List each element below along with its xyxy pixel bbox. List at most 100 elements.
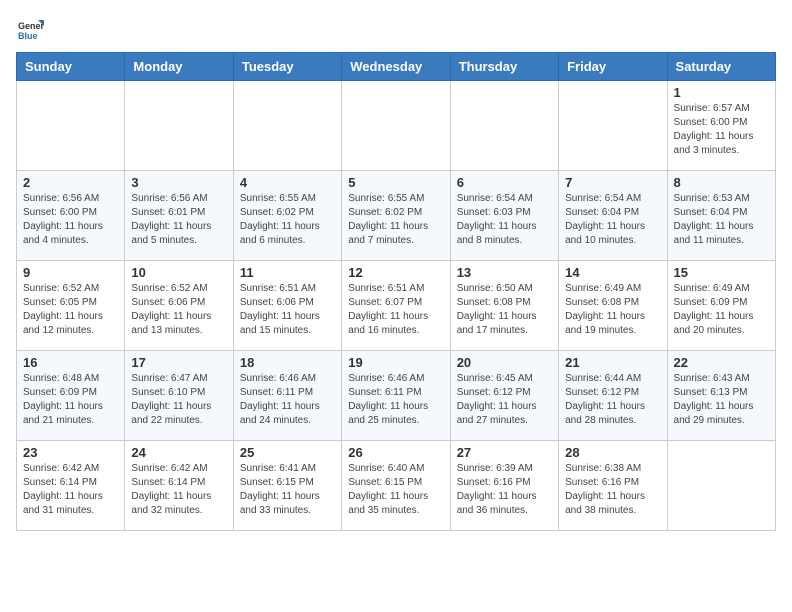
day-info: Sunrise: 6:56 AM Sunset: 6:00 PM Dayligh… [23,192,118,248]
day-header-thursday: Thursday [450,53,558,81]
day-info: Sunrise: 6:49 AM Sunset: 6:08 PM Dayligh… [565,282,660,338]
day-info: Sunrise: 6:52 AM Sunset: 6:06 PM Dayligh… [131,282,226,338]
day-info: Sunrise: 6:55 AM Sunset: 6:02 PM Dayligh… [240,192,335,248]
day-info: Sunrise: 6:45 AM Sunset: 6:12 PM Dayligh… [457,372,552,428]
day-number: 24 [131,445,226,460]
day-number: 26 [348,445,443,460]
calendar-cell [125,81,233,171]
calendar-cell [233,81,341,171]
day-header-saturday: Saturday [667,53,775,81]
calendar-cell: 20 Sunrise: 6:45 AM Sunset: 6:12 PM Dayli… [450,351,558,441]
day-number: 1 [674,85,769,100]
calendar-cell: 22Sunrise: 6:43 AM Sunset: 6:13 PM Dayli… [667,351,775,441]
calendar-cell: 5 Sunrise: 6:55 AM Sunset: 6:02 PM Daylig… [342,171,450,261]
day-info: Sunrise: 6:55 AM Sunset: 6:02 PM Dayligh… [348,192,443,248]
day-number: 13 [457,265,552,280]
day-number: 17 [131,355,226,370]
day-info: Sunrise: 6:42 AM Sunset: 6:14 PM Dayligh… [131,462,226,518]
day-number: 2 [23,175,118,190]
day-header-sunday: Sunday [17,53,125,81]
day-number: 3 [131,175,226,190]
day-number: 25 [240,445,335,460]
svg-text:General: General [18,21,44,31]
day-number: 7 [565,175,660,190]
day-number: 10 [131,265,226,280]
day-info: Sunrise: 6:41 AM Sunset: 6:15 PM Dayligh… [240,462,335,518]
day-number: 20 [457,355,552,370]
day-number: 4 [240,175,335,190]
calendar-cell: 21 Sunrise: 6:44 AM Sunset: 6:12 PM Dayli… [559,351,667,441]
calendar-cell: 28Sunrise: 6:38 AM Sunset: 6:16 PM Dayli… [559,441,667,531]
day-number: 16 [23,355,118,370]
day-info: Sunrise: 6:54 AM Sunset: 6:03 PM Dayligh… [457,192,552,248]
calendar-week-row: 9 Sunrise: 6:52 AM Sunset: 6:05 PM Daylig… [17,261,776,351]
day-number: 22 [674,355,769,370]
day-number: 12 [348,265,443,280]
calendar-cell: 8 Sunrise: 6:53 AM Sunset: 6:04 PM Daylig… [667,171,775,261]
calendar-cell: 23 Sunrise: 6:42 AM Sunset: 6:14 PM Dayli… [17,441,125,531]
calendar-cell: 25 Sunrise: 6:41 AM Sunset: 6:15 PM Dayli… [233,441,341,531]
day-info: Sunrise: 6:51 AM Sunset: 6:07 PM Dayligh… [348,282,443,338]
calendar-cell: 24 Sunrise: 6:42 AM Sunset: 6:14 PM Dayli… [125,441,233,531]
day-number: 5 [348,175,443,190]
day-info: Sunrise: 6:46 AM Sunset: 6:11 PM Dayligh… [240,372,335,428]
calendar-cell: 14 Sunrise: 6:49 AM Sunset: 6:08 PM Dayli… [559,261,667,351]
day-info: Sunrise: 6:40 AM Sunset: 6:15 PM Dayligh… [348,462,443,518]
calendar-cell: 18 Sunrise: 6:46 AM Sunset: 6:11 PM Dayli… [233,351,341,441]
day-info: Sunrise: 6:54 AM Sunset: 6:04 PM Dayligh… [565,192,660,248]
calendar-week-row: 2 Sunrise: 6:56 AM Sunset: 6:00 PM Daylig… [17,171,776,261]
day-number: 8 [674,175,769,190]
calendar-cell: 4 Sunrise: 6:55 AM Sunset: 6:02 PM Daylig… [233,171,341,261]
day-info: Sunrise: 6:57 AM Sunset: 6:00 PM Dayligh… [674,102,769,158]
calendar-week-row: 16 Sunrise: 6:48 AM Sunset: 6:09 PM Dayli… [17,351,776,441]
day-number: 27 [457,445,552,460]
day-header-friday: Friday [559,53,667,81]
day-info: Sunrise: 6:53 AM Sunset: 6:04 PM Dayligh… [674,192,769,248]
calendar-cell: 9 Sunrise: 6:52 AM Sunset: 6:05 PM Daylig… [17,261,125,351]
day-number: 15 [674,265,769,280]
page-header: General Blue [16,16,776,44]
calendar-cell: 12 Sunrise: 6:51 AM Sunset: 6:07 PM Dayli… [342,261,450,351]
calendar-cell: 3 Sunrise: 6:56 AM Sunset: 6:01 PM Daylig… [125,171,233,261]
calendar-cell: 11 Sunrise: 6:51 AM Sunset: 6:06 PM Dayli… [233,261,341,351]
calendar-cell: 13 Sunrise: 6:50 AM Sunset: 6:08 PM Dayli… [450,261,558,351]
calendar-cell: 26 Sunrise: 6:40 AM Sunset: 6:15 PM Dayli… [342,441,450,531]
day-header-monday: Monday [125,53,233,81]
day-number: 21 [565,355,660,370]
logo: General Blue [16,16,48,44]
calendar-cell [450,81,558,171]
calendar-cell [559,81,667,171]
day-info: Sunrise: 6:52 AM Sunset: 6:05 PM Dayligh… [23,282,118,338]
calendar-cell: 19Sunrise: 6:46 AM Sunset: 6:11 PM Dayli… [342,351,450,441]
calendar-cell [342,81,450,171]
calendar-cell: 10 Sunrise: 6:52 AM Sunset: 6:06 PM Dayli… [125,261,233,351]
day-number: 14 [565,265,660,280]
calendar-cell: 27 Sunrise: 6:39 AM Sunset: 6:16 PM Dayli… [450,441,558,531]
day-number: 11 [240,265,335,280]
calendar-cell [667,441,775,531]
calendar-week-row: 1 Sunrise: 6:57 AM Sunset: 6:00 PM Daylig… [17,81,776,171]
day-info: Sunrise: 6:51 AM Sunset: 6:06 PM Dayligh… [240,282,335,338]
svg-text:Blue: Blue [18,31,38,41]
day-number: 9 [23,265,118,280]
day-number: 6 [457,175,552,190]
calendar-cell: 2 Sunrise: 6:56 AM Sunset: 6:00 PM Daylig… [17,171,125,261]
calendar-cell: 17 Sunrise: 6:47 AM Sunset: 6:10 PM Dayli… [125,351,233,441]
day-number: 18 [240,355,335,370]
day-number: 23 [23,445,118,460]
day-info: Sunrise: 6:50 AM Sunset: 6:08 PM Dayligh… [457,282,552,338]
day-info: Sunrise: 6:39 AM Sunset: 6:16 PM Dayligh… [457,462,552,518]
calendar-table: SundayMondayTuesdayWednesdayThursdayFrid… [16,52,776,531]
day-info: Sunrise: 6:44 AM Sunset: 6:12 PM Dayligh… [565,372,660,428]
logo-icon: General Blue [16,16,44,44]
day-info: Sunrise: 6:38 AM Sunset: 6:16 PM Dayligh… [565,462,660,518]
day-info: Sunrise: 6:47 AM Sunset: 6:10 PM Dayligh… [131,372,226,428]
calendar-week-row: 23 Sunrise: 6:42 AM Sunset: 6:14 PM Dayli… [17,441,776,531]
day-header-wednesday: Wednesday [342,53,450,81]
day-info: Sunrise: 6:49 AM Sunset: 6:09 PM Dayligh… [674,282,769,338]
day-info: Sunrise: 6:42 AM Sunset: 6:14 PM Dayligh… [23,462,118,518]
day-number: 19 [348,355,443,370]
day-info: Sunrise: 6:56 AM Sunset: 6:01 PM Dayligh… [131,192,226,248]
day-info: Sunrise: 6:48 AM Sunset: 6:09 PM Dayligh… [23,372,118,428]
calendar-cell: 15 Sunrise: 6:49 AM Sunset: 6:09 PM Dayli… [667,261,775,351]
